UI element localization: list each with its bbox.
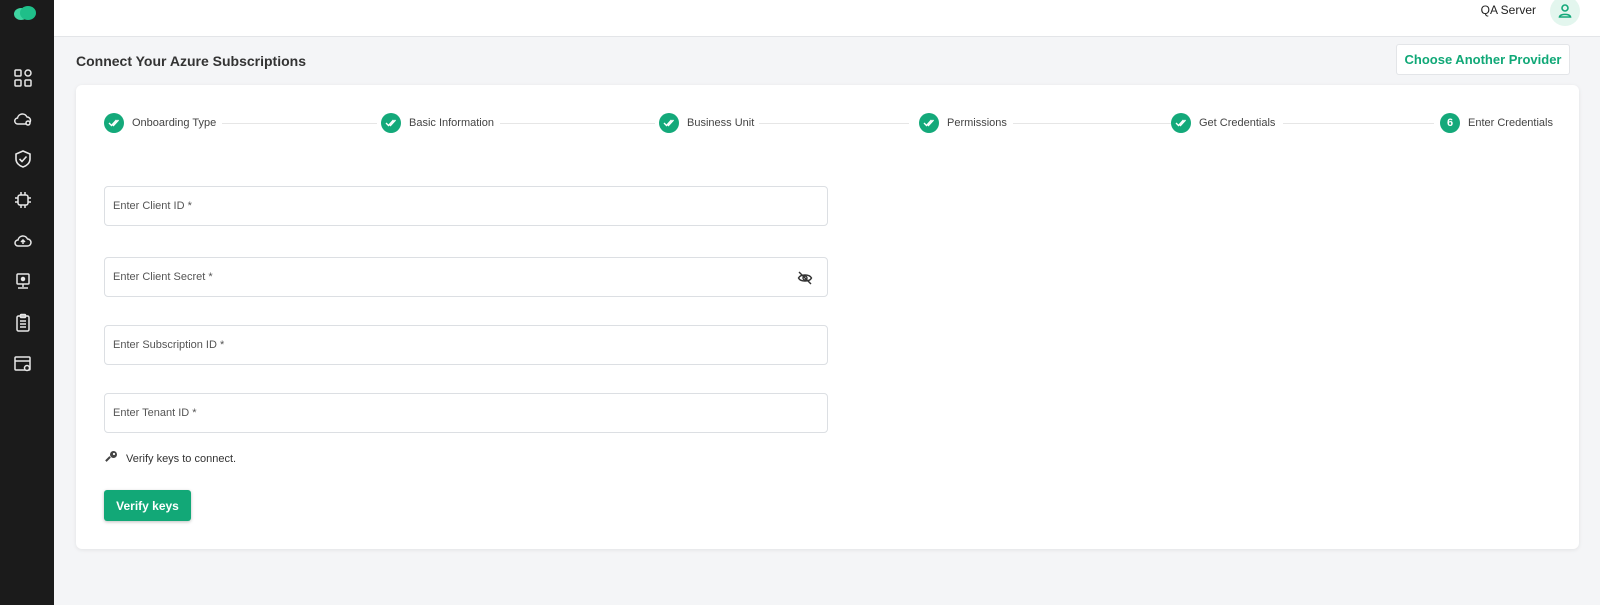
step-label: Enter Credentials [1468,117,1553,129]
step-connector [759,123,909,124]
cloud-upload-icon[interactable] [12,230,34,252]
client-secret-input[interactable] [105,258,827,296]
subscription-id-field [104,325,828,365]
tenant-id-input[interactable] [105,394,827,432]
step-enter-credentials[interactable]: 6 Enter Credentials [1440,113,1553,133]
server-label: QA Server [1480,3,1536,17]
sidebar [0,0,54,605]
cloud-settings-icon[interactable] [12,108,34,130]
step-number: 6 [1440,113,1460,133]
eye-off-icon[interactable] [797,270,813,286]
verify-keys-button[interactable]: Verify keys [104,490,191,521]
step-get-credentials[interactable]: Get Credentials [1171,113,1275,133]
page-title: Connect Your Azure Subscriptions [76,53,306,69]
double-check-icon [1171,113,1191,133]
step-label: Onboarding Type [132,117,217,129]
key-icon [104,450,118,467]
client-secret-field [104,257,828,297]
dashboard-icon[interactable] [12,67,34,89]
step-connector [1013,123,1171,124]
step-label: Permissions [947,117,1007,129]
step-label: Business Unit [687,117,755,129]
step-connector [500,123,655,124]
step-label: Basic Information [409,117,494,129]
choose-another-provider-button[interactable]: Choose Another Provider [1396,44,1570,75]
user-avatar-icon[interactable] [1550,0,1580,26]
shield-check-icon[interactable] [12,148,34,170]
monitor-person-icon[interactable] [12,271,34,293]
cloud-logo-icon[interactable] [13,5,37,21]
double-check-icon [381,113,401,133]
client-id-field [104,186,828,226]
step-connector [222,123,377,124]
top-bar: QA Server [54,0,1600,37]
window-settings-icon[interactable] [12,353,34,375]
client-id-input[interactable] [105,187,827,225]
double-check-icon [659,113,679,133]
step-basic-information[interactable]: Basic Information [381,113,494,133]
chip-icon[interactable] [12,189,34,211]
step-onboarding-type[interactable]: Onboarding Type [104,113,216,133]
credentials-card [76,85,1579,549]
verify-hint: Verify keys to connect. [104,450,236,467]
clipboard-icon[interactable] [12,312,34,334]
step-label: Get Credentials [1199,117,1276,129]
step-business-unit[interactable]: Business Unit [659,113,754,133]
tenant-id-field [104,393,828,433]
step-connector [1283,123,1434,124]
double-check-icon [919,113,939,133]
subscription-id-input[interactable] [105,326,827,364]
step-permissions[interactable]: Permissions [919,113,1007,133]
hint-text: Verify keys to connect. [126,452,237,465]
double-check-icon [104,113,124,133]
